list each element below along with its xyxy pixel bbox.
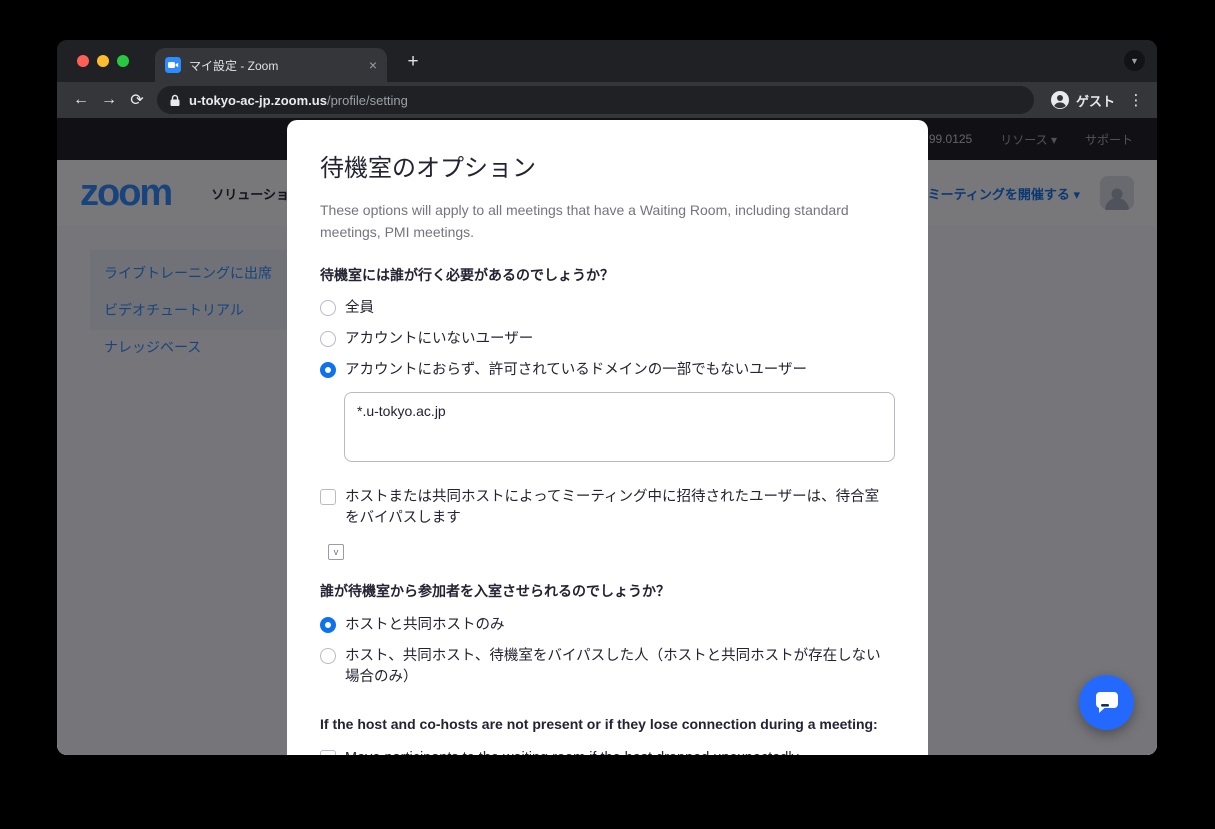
tab-strip: マイ設定 - Zoom × + ▼ bbox=[57, 40, 1157, 82]
q2-radio-group: ホストと共同ホストのみホスト、共同ホスト、待機室をバイパスした人（ホストと共同ホ… bbox=[320, 610, 895, 693]
page-content: 88.799.0125 リソース ▾ サポート zoom ソリューション ミーテ… bbox=[57, 118, 1157, 755]
checkbox[interactable] bbox=[320, 489, 336, 505]
address-bar[interactable]: u-tokyo-ac-jp.zoom.us/profile/setting bbox=[157, 86, 1034, 114]
radio-option-row[interactable]: アカウントにおらず、許可されているドメインの一部でもないユーザー bbox=[320, 355, 895, 386]
minimize-window-button[interactable] bbox=[97, 55, 109, 67]
radio-button[interactable] bbox=[320, 331, 336, 347]
option-label: ホストまたは共同ホストによってミーティング中に招待されたユーザーは、待合室をバイ… bbox=[345, 487, 893, 529]
question-who-goes-to-waiting-room: 待機室には誰が行く必要があるのでしょうか？ bbox=[320, 266, 895, 286]
profile-guest-button[interactable]: ゲスト bbox=[1050, 90, 1115, 110]
small-check-icon: v bbox=[328, 544, 344, 560]
new-tab-button[interactable]: + bbox=[401, 50, 425, 74]
tab-close-icon[interactable]: × bbox=[369, 58, 377, 72]
browser-window: マイ設定 - Zoom × + ▼ ← → ⟳ u-tokyo-ac-jp.zo… bbox=[57, 40, 1157, 755]
q1-radio-group: 全員アカウントにいないユーザーアカウントにおらず、許可されているドメインの一部で… bbox=[320, 293, 895, 386]
option-label: アカウントにいないユーザー bbox=[345, 329, 533, 350]
forward-icon[interactable]: → bbox=[95, 86, 123, 114]
chat-widget-button[interactable] bbox=[1079, 675, 1134, 730]
radio-button[interactable] bbox=[320, 362, 336, 378]
radio-option-row[interactable]: アカウントにいないユーザー bbox=[320, 324, 895, 355]
close-window-button[interactable] bbox=[77, 55, 89, 67]
option-label: ホスト、共同ホスト、待機室をバイパスした人（ホストと共同ホストが存在しない場合の… bbox=[345, 646, 893, 688]
radio-option-row[interactable]: ホストと共同ホストのみ bbox=[320, 610, 895, 641]
chat-bubble-icon bbox=[1094, 690, 1120, 715]
window-controls bbox=[77, 55, 129, 67]
radio-option-row[interactable]: ホスト、共同ホスト、待機室をバイパスした人（ホストと共同ホストが存在しない場合の… bbox=[320, 641, 895, 693]
allowed-domains-input[interactable]: *.u-tokyo.ac.jp bbox=[344, 392, 895, 462]
zoom-favicon-icon bbox=[165, 57, 181, 73]
radio-button[interactable] bbox=[320, 617, 336, 633]
radio-button[interactable] bbox=[320, 648, 336, 664]
move-participants-checkbox-group: Move participants to the waiting room if… bbox=[320, 743, 895, 755]
lock-icon bbox=[169, 94, 181, 107]
tab-search-chevron-icon[interactable]: ▼ bbox=[1124, 50, 1145, 71]
maximize-window-button[interactable] bbox=[117, 55, 129, 67]
reload-icon[interactable]: ⟳ bbox=[123, 86, 151, 114]
user-avatar-icon bbox=[1050, 90, 1070, 110]
url-host: u-tokyo-ac-jp.zoom.us bbox=[189, 93, 327, 108]
back-icon[interactable]: ← bbox=[67, 86, 95, 114]
url-path: /profile/setting bbox=[327, 93, 408, 108]
browser-tab[interactable]: マイ設定 - Zoom × bbox=[155, 48, 387, 82]
browser-menu-icon[interactable]: ⋮ bbox=[1125, 91, 1147, 109]
checkbox-option-row[interactable]: ホストまたは共同ホストによってミーティング中に招待されたユーザーは、待合室をバイ… bbox=[320, 482, 895, 534]
modal-title: 待機室のオプション bbox=[320, 148, 895, 183]
bypass-checkbox-group: ホストまたは共同ホストによってミーティング中に招待されたユーザーは、待合室をバイ… bbox=[320, 482, 895, 534]
option-label: 全員 bbox=[345, 298, 374, 319]
url-text: u-tokyo-ac-jp.zoom.us/profile/setting bbox=[189, 93, 408, 108]
checkbox-option-row[interactable]: Move participants to the waiting room if… bbox=[320, 743, 895, 755]
option-label: ホストと共同ホストのみ bbox=[345, 615, 505, 636]
modal-description: These options will apply to all meetings… bbox=[320, 199, 865, 244]
option-label: Move participants to the waiting room if… bbox=[345, 748, 799, 755]
radio-button[interactable] bbox=[320, 300, 336, 316]
tab-title: マイ設定 - Zoom bbox=[189, 57, 369, 74]
question-who-admits: 誰が待機室から参加者を入室させられるのでしょうか？ bbox=[320, 582, 895, 602]
guest-label: ゲスト bbox=[1076, 91, 1115, 110]
option-label: アカウントにおらず、許可されているドメインの一部でもないユーザー bbox=[345, 360, 807, 381]
browser-toolbar: ← → ⟳ u-tokyo-ac-jp.zoom.us/profile/sett… bbox=[57, 82, 1157, 118]
question-host-absent: If the host and co-hosts are not present… bbox=[320, 715, 895, 735]
radio-option-row[interactable]: 全員 bbox=[320, 293, 895, 324]
checkbox[interactable] bbox=[320, 750, 336, 755]
waiting-room-options-modal: 待機室のオプション These options will apply to al… bbox=[287, 120, 928, 755]
